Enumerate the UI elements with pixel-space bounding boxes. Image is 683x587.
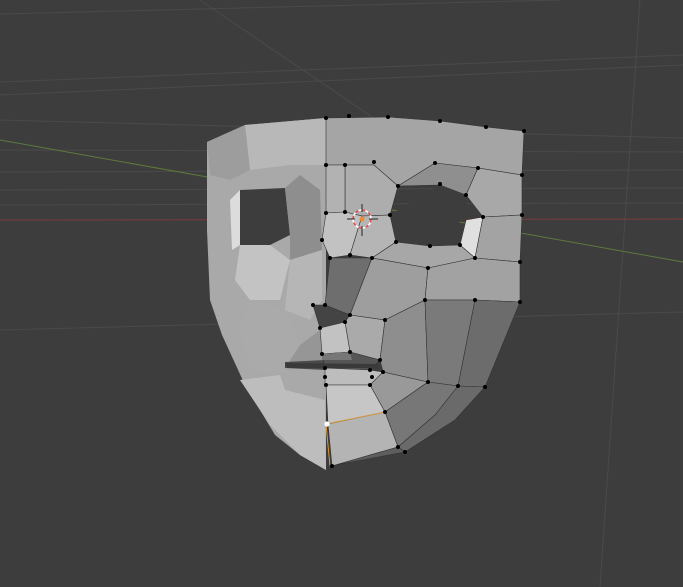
mesh-vertex[interactable]	[520, 213, 524, 217]
mesh-vertex[interactable]	[320, 238, 324, 242]
mesh-vertex[interactable]	[483, 385, 487, 389]
mesh-vertex[interactable]	[324, 383, 328, 387]
mesh-vertex[interactable]	[370, 375, 374, 379]
viewport-canvas[interactable]	[0, 0, 683, 587]
mesh-vertex[interactable]	[320, 352, 324, 356]
mesh-vertex[interactable]	[473, 256, 477, 260]
mesh-vertex[interactable]	[330, 464, 334, 468]
mesh-vertex[interactable]	[324, 211, 328, 215]
mesh-vertex[interactable]	[383, 318, 387, 322]
mesh-vertex[interactable]	[378, 358, 382, 362]
mesh-vertex[interactable]	[473, 298, 477, 302]
mesh-vertex[interactable]	[476, 166, 480, 170]
mesh-vertex[interactable]	[383, 410, 387, 414]
mesh-vertex[interactable]	[520, 173, 524, 177]
mesh-vertex[interactable]	[438, 182, 442, 186]
mesh-vertex[interactable]	[403, 450, 407, 454]
mesh-vertex[interactable]	[394, 240, 398, 244]
mesh-vertex[interactable]	[328, 256, 332, 260]
mesh-vertex[interactable]	[423, 298, 427, 302]
mesh-vertex[interactable]	[348, 313, 352, 317]
active-vertex-icon[interactable]	[324, 421, 330, 427]
mesh-vertex[interactable]	[464, 193, 468, 197]
mesh-vertex[interactable]	[318, 326, 322, 330]
mesh-vertex[interactable]	[426, 266, 430, 270]
mesh-vertex[interactable]	[324, 116, 328, 120]
mesh-vertex[interactable]	[323, 375, 327, 379]
mesh-vertex[interactable]	[518, 260, 522, 264]
mesh-vertex[interactable]	[343, 163, 347, 167]
mesh-vertex[interactable]	[381, 370, 385, 374]
mesh-vertex[interactable]	[396, 184, 400, 188]
mesh-vertex[interactable]	[481, 215, 485, 219]
mesh-vertex[interactable]	[311, 303, 315, 307]
mesh-vertex[interactable]	[396, 445, 400, 449]
mesh-vertex[interactable]	[370, 256, 374, 260]
mesh-vertex[interactable]	[343, 320, 347, 324]
mesh-vertex[interactable]	[324, 163, 328, 167]
mask-mesh[interactable]	[207, 116, 525, 470]
mesh-vertex[interactable]	[484, 125, 488, 129]
mesh-vertex[interactable]	[368, 368, 372, 372]
mesh-vertex[interactable]	[458, 243, 462, 247]
mesh-vertex[interactable]	[348, 253, 352, 257]
mesh-vertex[interactable]	[348, 350, 352, 354]
mesh-vertex[interactable]	[428, 244, 432, 248]
mesh-vertex[interactable]	[518, 300, 522, 304]
mesh-vertex[interactable]	[426, 380, 430, 384]
mesh-vertex[interactable]	[372, 160, 376, 164]
mesh-vertex[interactable]	[438, 119, 442, 123]
mesh-vertex[interactable]	[323, 303, 327, 307]
mesh-vertex[interactable]	[456, 384, 460, 388]
3d-viewport[interactable]	[0, 0, 683, 587]
mesh-vertex[interactable]	[386, 115, 390, 119]
mesh-vertex[interactable]	[433, 161, 437, 165]
mesh-vertex[interactable]	[347, 114, 351, 118]
mesh-vertex[interactable]	[343, 210, 347, 214]
mesh-vertex[interactable]	[522, 129, 526, 133]
mesh-vertex[interactable]	[388, 213, 392, 217]
mesh-vertex[interactable]	[323, 366, 327, 370]
mesh-vertex[interactable]	[368, 383, 372, 387]
